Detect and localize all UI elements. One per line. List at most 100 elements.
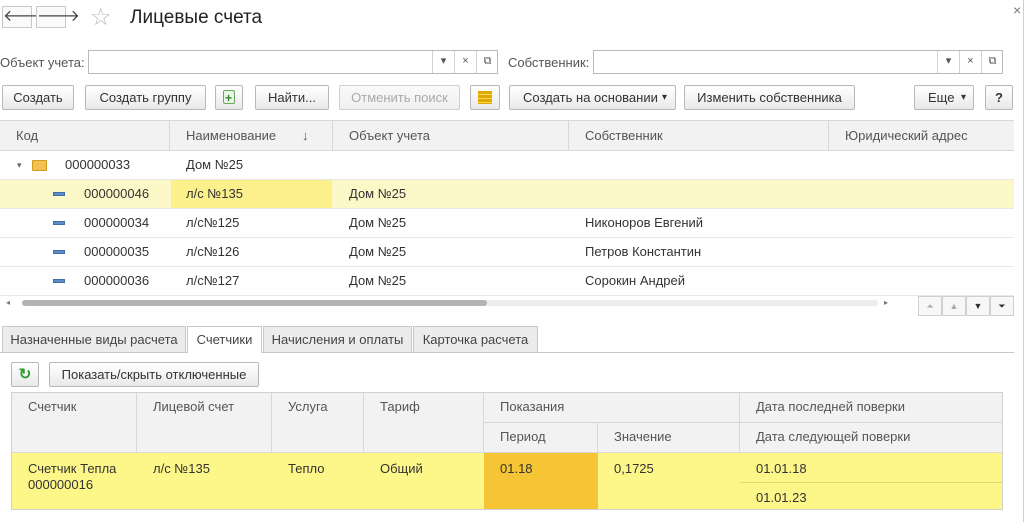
dropdown-icon[interactable]: ▾ <box>937 51 959 73</box>
meter-account: л/с №135 <box>153 461 210 476</box>
refresh-icon: ↻ <box>18 366 32 383</box>
open-icon[interactable]: ⧉ <box>981 51 1003 73</box>
column-header-name-label: Наименование <box>186 128 277 143</box>
forward-button[interactable]: 🡒 <box>36 6 80 28</box>
item-icon <box>53 192 65 196</box>
chevron-down-icon: ▾ <box>661 92 667 103</box>
help-button[interactable]: ? <box>985 85 1013 110</box>
meter-next-check: 01.01.23 <box>756 490 807 505</box>
column-header-name[interactable]: Наименование ↓ <box>170 121 333 150</box>
scroll-up-icon[interactable]: ▲ <box>942 296 966 316</box>
tab-charges-payments[interactable]: Начисления и оплаты <box>263 326 412 352</box>
list-icon <box>478 91 492 104</box>
show-hide-disabled-button[interactable]: Показать/скрыть отключенные <box>49 362 259 387</box>
row-code: 000000035 <box>84 244 150 259</box>
row-code: 000000046 <box>84 186 150 201</box>
more-label: Еще <box>928 90 955 105</box>
meter-period: 01.18 <box>500 461 533 476</box>
chevron-down-icon: ▾ <box>960 92 966 103</box>
create-button[interactable]: Создать <box>2 85 74 110</box>
header-tariff[interactable]: Тариф <box>364 393 484 453</box>
refresh-button[interactable]: ↻ <box>11 362 39 387</box>
column-header-object[interactable]: Объект учета <box>333 121 569 150</box>
find-button[interactable]: Найти... <box>255 85 329 110</box>
cancel-search-button[interactable]: Отменить поиск <box>339 85 460 110</box>
sort-desc-icon: ↓ <box>302 128 309 143</box>
table-row[interactable]: 000000046 л/с №135 Дом №25 <box>0 180 1014 209</box>
row-owner: Сорокин Андрей <box>585 273 685 288</box>
row-name: л/с№125 <box>186 215 240 230</box>
scrollbar-thumb[interactable] <box>22 300 487 306</box>
create-based-button[interactable]: Создать на основании ▾ <box>509 85 676 110</box>
close-icon[interactable]: × <box>1013 2 1021 18</box>
header-last-check[interactable]: Дата последней поверки <box>740 393 1002 423</box>
header-period[interactable]: Период <box>484 423 598 453</box>
meter-name-line1: Счетчик Тепла <box>28 461 117 476</box>
clear-icon[interactable]: × <box>454 51 476 73</box>
more-button[interactable]: Еще ▾ <box>914 85 974 110</box>
page-title: Лицевые счета <box>130 7 263 28</box>
scroll-to-bottom-icon[interactable]: ⏷ <box>990 296 1014 316</box>
column-header-code[interactable]: Код <box>0 121 170 150</box>
tab-meters[interactable]: Счетчики <box>187 326 262 353</box>
meters-table: Счетчик Лицевой счет Услуга Тариф Показа… <box>11 392 1003 510</box>
row-name: л/с №135 <box>186 186 243 201</box>
row-name: л/с№127 <box>186 273 240 288</box>
tabs-divider <box>0 352 1014 353</box>
tab-assigned-calc-types[interactable]: Назначенные виды расчета <box>2 326 186 352</box>
table-row[interactable]: 000000034 л/с№125 Дом №25 Никоноров Евге… <box>0 209 1014 238</box>
column-header-address[interactable]: Юридический адрес <box>829 121 1014 150</box>
open-icon[interactable]: ⧉ <box>476 51 498 73</box>
tab-calc-card[interactable]: Карточка расчета <box>413 326 538 352</box>
owner-filter-field[interactable]: ▾ × ⧉ <box>593 50 1003 74</box>
header-readings[interactable]: Показания <box>484 393 740 423</box>
header-meter[interactable]: Счетчик <box>12 393 137 453</box>
window-border <box>1023 0 1024 522</box>
group-code: 000000033 <box>65 157 131 172</box>
scroll-to-top-icon[interactable]: ⏶ <box>918 296 942 316</box>
create-group-button[interactable]: Создать группу <box>85 85 206 110</box>
header-account[interactable]: Лицевой счет <box>137 393 272 453</box>
owner-filter-label: Собственник: <box>508 55 590 70</box>
horizontal-scrollbar[interactable] <box>22 300 878 306</box>
scroll-right-icon[interactable]: ▸ <box>884 298 888 307</box>
header-value[interactable]: Значение <box>598 423 740 453</box>
row-name: л/с№126 <box>186 244 240 259</box>
meter-last-check: 01.01.18 <box>756 461 807 476</box>
row-owner: Никоноров Евгений <box>585 215 704 230</box>
folder-icon <box>32 160 47 171</box>
table-header: Код Наименование ↓ Объект учета Собственн… <box>0 120 1014 151</box>
back-button[interactable]: 🡐 <box>2 6 46 28</box>
header-next-check[interactable]: Дата следующей поверки <box>740 423 1002 453</box>
row-object: Дом №25 <box>349 186 407 201</box>
meter-service: Тепло <box>288 461 325 476</box>
row-object: Дом №25 <box>349 244 407 259</box>
header-service[interactable]: Услуга <box>272 393 364 453</box>
column-header-owner[interactable]: Собственник <box>569 121 829 150</box>
scroll-left-icon[interactable]: ◂ <box>6 298 10 307</box>
meter-tariff: Общий <box>380 461 423 476</box>
change-owner-button[interactable]: Изменить собственника <box>684 85 855 110</box>
plus-icon: + <box>225 91 233 105</box>
row-owner: Петров Константин <box>585 244 702 259</box>
favorite-star-icon[interactable]: ☆ <box>90 3 112 32</box>
item-icon <box>53 221 65 225</box>
dropdown-icon[interactable]: ▾ <box>432 51 454 73</box>
scroll-down-icon[interactable]: ▼ <box>966 296 990 316</box>
list-settings-button[interactable] <box>470 85 500 110</box>
group-name: Дом №25 <box>186 157 244 172</box>
expand-icon[interactable]: ▾ <box>17 151 22 179</box>
table-group-row[interactable]: ▾ 000000033 Дом №25 <box>0 151 1014 180</box>
row-object: Дом №25 <box>349 215 407 230</box>
row-divider <box>740 482 1002 483</box>
meter-value: 0,1725 <box>614 461 654 476</box>
add-icon-button[interactable]: + <box>215 85 243 110</box>
clear-icon[interactable]: × <box>959 51 981 73</box>
meter-name-line2: 000000016 <box>28 477 94 492</box>
table-row[interactable]: 000000035 л/с№126 Дом №25 Петров Констан… <box>0 238 1014 267</box>
table-row[interactable]: 000000036 л/с№127 Дом №25 Сорокин Андрей <box>0 267 1014 296</box>
meter-name: Счетчик Тепла 000000016 <box>28 461 116 493</box>
object-filter-field[interactable]: ▾ × ⧉ <box>88 50 498 74</box>
row-code: 000000034 <box>84 215 150 230</box>
object-filter-label: Объект учета: <box>0 55 85 70</box>
